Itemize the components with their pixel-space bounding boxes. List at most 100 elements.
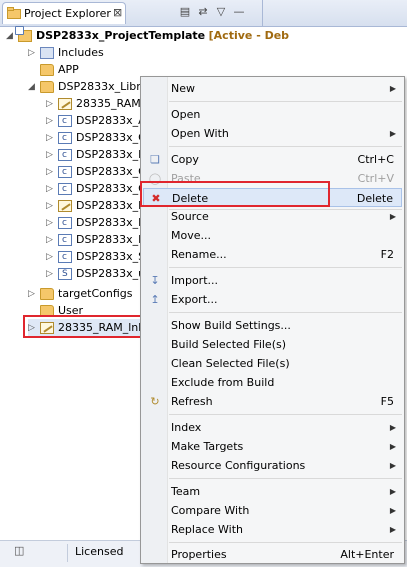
view-menu-icon[interactable]: ▽ [214, 5, 228, 19]
menu-item-refresh[interactable]: ↻ Refresh F5 [143, 392, 402, 411]
tree-row[interactable]: ▷ DSP2833x_Gl [46, 163, 150, 181]
menu-item-label: Index [171, 421, 202, 434]
tree-row[interactable]: ▷ Includes [28, 44, 104, 62]
tree-row[interactable]: ▷DSP2833x_De [46, 146, 153, 164]
menu-item-make-targets[interactable]: Make Targets ▶ [143, 437, 402, 456]
c-file-icon [58, 180, 72, 198]
tree-item-label: Includes [58, 46, 104, 59]
menu-item-shortcut: Alt+Enter [340, 548, 394, 561]
menu-item-export[interactable]: ↥ Export... [143, 290, 402, 309]
menu-item-source[interactable]: Source ▶ [143, 207, 402, 226]
tab-label: Project Explorer [24, 7, 111, 20]
tree-row[interactable]: ▷DSP2833x_Co [46, 129, 153, 147]
expand-arrow-icon[interactable]: ▷ [46, 265, 56, 283]
menu-item-show-build-settings[interactable]: Show Build Settings... [143, 316, 402, 335]
submenu-arrow-icon: ▶ [389, 442, 396, 451]
menu-item-label: Copy [171, 153, 199, 166]
menu-item-shortcut: F5 [380, 395, 394, 408]
menu-item-compare-with[interactable]: Compare With ▶ [143, 501, 402, 520]
import-icon: ↧ [150, 274, 160, 287]
c-file-icon [58, 231, 72, 249]
expand-arrow-icon[interactable]: ▷ [46, 112, 56, 130]
submenu-arrow-icon: ▶ [389, 525, 396, 534]
eclipse-window: Project Explorer ⊠ ▤ ⇄ ▽ — ◢ DSP2833x_Pro… [0, 0, 407, 567]
expand-arrow-icon[interactable]: ▷ [46, 129, 56, 147]
menu-item-label: Properties [171, 548, 227, 561]
tree-row[interactable]: ▷ targetConfigs [28, 285, 132, 303]
folder-icon [40, 64, 54, 76]
tree-row[interactable]: ▷DSP2833x_Gp [46, 180, 154, 198]
menu-item-move[interactable]: Move... [143, 226, 402, 245]
submenu-arrow-icon: ▶ [389, 423, 396, 432]
tree-row[interactable]: APP [28, 61, 79, 79]
menu-item-label: Show Build Settings... [171, 319, 291, 332]
tree-item-label: targetConfigs [58, 287, 133, 300]
tree-row-project[interactable]: ◢ DSP2833x_ProjectTemplate [Active - Deb [6, 26, 289, 45]
tab-project-explorer[interactable]: Project Explorer ⊠ [2, 2, 126, 24]
menu-item-copy[interactable]: ❏ Copy Ctrl+C [143, 150, 402, 169]
highlight-box-file [23, 315, 142, 338]
expand-arrow-icon[interactable]: ▷ [46, 197, 56, 215]
c-file-icon [58, 146, 72, 164]
menu-item-shortcut: F2 [380, 248, 394, 261]
menu-item-clean-selected[interactable]: Clean Selected File(s) [143, 354, 402, 373]
tree-row[interactable]: ▷DSP2833x_Pie [46, 214, 154, 232]
menu-item-label: Import... [171, 274, 218, 287]
expand-arrow-icon[interactable]: ▷ [46, 146, 56, 164]
menu-item-resource-configurations[interactable]: Resource Configurations ▶ [143, 456, 402, 475]
menu-item-shortcut: Delete [356, 192, 393, 205]
copy-icon: ❏ [150, 153, 160, 166]
header-file-icon [58, 200, 72, 212]
menu-item-label: Source [171, 210, 209, 223]
tree-row[interactable]: ▷DSP2833x_us [46, 265, 151, 283]
menu-separator [169, 542, 402, 543]
close-icon[interactable]: ⊠ [113, 6, 122, 19]
fast-view-icon[interactable]: ◫ [14, 544, 24, 557]
tree-row[interactable]: ▷ DSP2833x_He [46, 197, 153, 215]
context-menu: New ▶ Open Open With ▶ ❏ Copy Ctrl+C ◯ Paste C… [140, 76, 405, 564]
expand-arrow-icon[interactable]: ▷ [46, 248, 56, 266]
menu-item-new[interactable]: New ▶ [143, 79, 402, 98]
link-with-editor-icon[interactable]: ⇄ [196, 5, 210, 19]
collapse-all-icon[interactable]: ▤ [178, 5, 192, 19]
menu-item-open[interactable]: Open [143, 105, 402, 124]
menu-item-index[interactable]: Index ▶ [143, 418, 402, 437]
menu-item-rename[interactable]: Rename... F2 [143, 245, 402, 264]
tree-row[interactable]: ◢ DSP2833x_Librar [28, 78, 152, 96]
expand-arrow-icon[interactable]: ▷ [46, 163, 56, 181]
menu-item-properties[interactable]: Properties Alt+Enter [143, 545, 402, 564]
tree-row[interactable]: ▷ 28335_RAM_l [46, 95, 149, 113]
menu-item-build-selected[interactable]: Build Selected File(s) [143, 335, 402, 354]
tree-item-label: APP [58, 63, 79, 76]
expand-arrow-icon[interactable]: ▷ [28, 44, 38, 62]
menu-item-import[interactable]: ↧ Import... [143, 271, 402, 290]
tree-row[interactable]: ▷DSP2833x_Pie [46, 231, 154, 249]
menu-item-replace-with[interactable]: Replace With ▶ [143, 520, 402, 539]
includes-icon [40, 47, 54, 59]
menu-item-team[interactable]: Team ▶ [143, 482, 402, 501]
ccs-project-icon [15, 26, 32, 42]
menu-item-label: Make Targets [171, 440, 244, 453]
license-status: Licensed [75, 545, 124, 558]
expand-arrow-icon[interactable]: ▷ [46, 95, 56, 113]
view-tab-strip: Project Explorer ⊠ ▤ ⇄ ▽ — [0, 0, 407, 27]
expand-arrow-icon[interactable]: ▷ [28, 285, 38, 303]
menu-item-exclude-from-build[interactable]: Exclude from Build [143, 373, 402, 392]
tree-row[interactable]: ▷DSP2833x_AD [46, 112, 154, 130]
expand-arrow-icon[interactable]: ▷ [46, 214, 56, 232]
linker-file-icon [58, 98, 72, 110]
menu-item-label: Resource Configurations [171, 459, 306, 472]
tree-item-label: DSP2833x_Librar [58, 80, 153, 93]
collapse-arrow-icon[interactable]: ◢ [28, 78, 38, 96]
minimize-icon[interactable]: — [232, 5, 246, 19]
expand-arrow-icon[interactable]: ▷ [46, 231, 56, 249]
menu-item-label: Open With [171, 127, 229, 140]
menu-item-open-with[interactable]: Open With ▶ [143, 124, 402, 143]
export-icon: ↥ [150, 293, 160, 306]
menu-item-shortcut: Ctrl+C [357, 153, 394, 166]
tree-item-label: 28335_RAM_l [76, 97, 150, 110]
menu-item-label: Clean Selected File(s) [171, 357, 290, 370]
tree-row[interactable]: ▷DSP2833x_Sy [46, 248, 152, 266]
menu-item-label: New [171, 82, 195, 95]
expand-arrow-icon[interactable]: ▷ [46, 180, 56, 198]
